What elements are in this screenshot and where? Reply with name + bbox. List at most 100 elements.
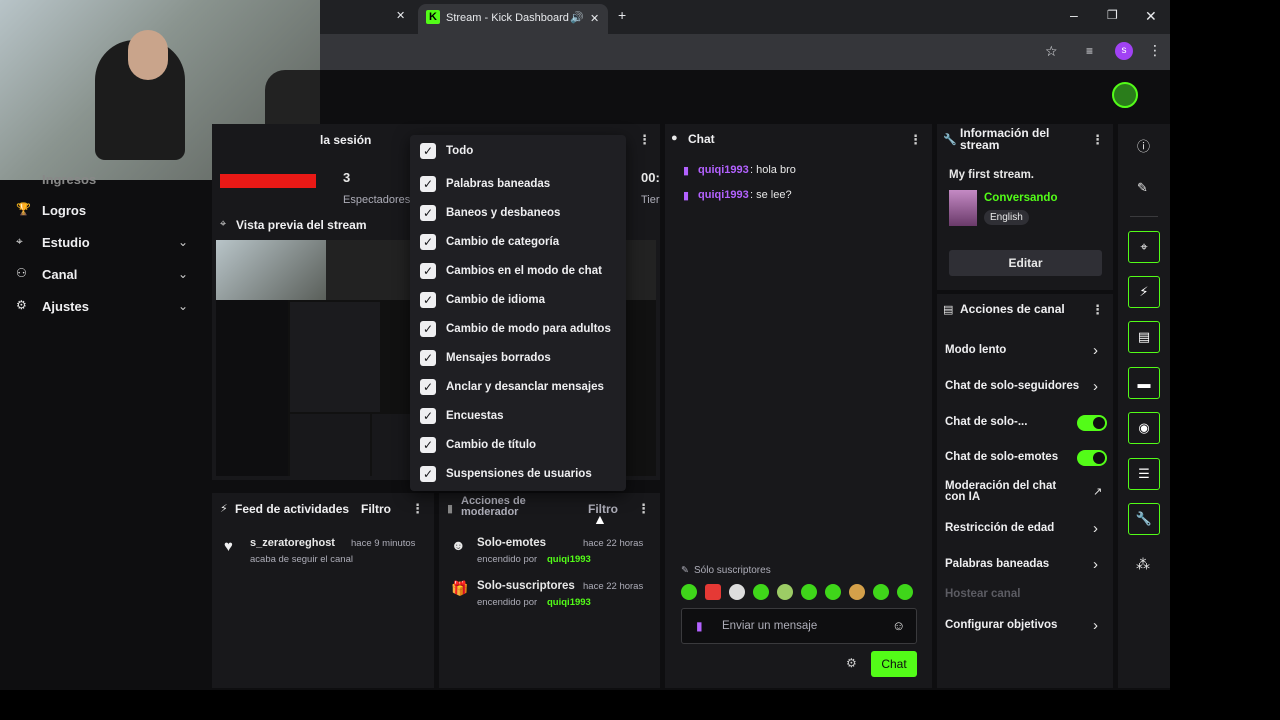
filter-option[interactable]: ✓ Baneos y desbaneos [410, 198, 626, 227]
checkbox-checked-icon[interactable]: ✓ [420, 465, 436, 482]
checkbox-checked-icon[interactable]: ✓ [420, 262, 436, 279]
checkbox-checked-icon[interactable]: ✓ [420, 407, 436, 424]
profile-avatar[interactable]: s [1115, 42, 1133, 60]
channel-actions-menu-icon[interactable]: ⋮ [1091, 302, 1104, 318]
layout-icon: ☰ [1138, 466, 1150, 481]
new-tab-button[interactable]: + [618, 7, 626, 23]
action-banned-words[interactable]: Palabras baneadas › [945, 556, 1105, 574]
sidebar-item-ajustes[interactable]: ⚙ Ajustes ⌄ [16, 298, 196, 318]
minimize-button[interactable]: – [1070, 7, 1078, 23]
emote-icon[interactable] [897, 584, 913, 600]
send-chat-button[interactable]: Chat [871, 651, 917, 677]
chat-input[interactable]: ▮ Enviar un mensaje ☺ [681, 608, 917, 644]
browser-menu-icon[interactable]: ⋮ [1148, 42, 1162, 59]
edit-stream-button[interactable]: Editar [949, 250, 1102, 276]
action-ai-moderation[interactable]: Moderación del chat con IA ↗ [945, 480, 1105, 505]
sidebar-item-canal[interactable]: ⚇ Canal ⌄ [16, 266, 196, 286]
emote-icon[interactable] [849, 584, 865, 600]
rail-wrench-button[interactable]: 🔧 [1128, 503, 1160, 535]
activity-user[interactable]: s_zeratoreghost [250, 537, 335, 549]
checkbox-checked-icon[interactable]: ✓ [420, 436, 436, 453]
sidebar-item-ingresos[interactable]: Ingresos [42, 172, 96, 187]
filter-option-todo[interactable]: ✓ Todo [410, 136, 626, 166]
rail-broadcast-button[interactable]: ◉ [1128, 412, 1160, 444]
filter-option[interactable]: ✓ Cambio de idioma [410, 285, 626, 314]
emote-icon[interactable] [777, 584, 793, 600]
rail-layout-button[interactable]: ☰ [1128, 458, 1160, 490]
chat-username[interactable]: quiqi1993 [698, 189, 749, 201]
checkbox-checked-icon[interactable]: ✓ [420, 175, 436, 192]
apps-icon[interactable]: ⁂ [1136, 556, 1150, 573]
chat-menu-icon[interactable]: ⋮ [909, 132, 922, 148]
filter-option[interactable]: ✓ Cambio de título [410, 430, 626, 459]
prev-tab-close-icon[interactable]: ✕ [396, 9, 405, 22]
activity-detail: acaba de seguir el canal [250, 554, 353, 565]
action-slow-mode[interactable]: Modo lento › [945, 342, 1105, 360]
kick-favicon-icon: K [426, 10, 440, 24]
emote-icon[interactable] [873, 584, 889, 600]
filter-option[interactable]: ✓ Palabras baneadas [410, 169, 626, 198]
activity-menu-icon[interactable]: ⋮ [411, 501, 424, 517]
chat-username[interactable]: quiqi1993 [698, 164, 749, 176]
emoji-picker-icon[interactable]: ☺ [892, 618, 905, 633]
action-age-restriction[interactable]: Restricción de edad › [945, 520, 1105, 538]
media-control-icon[interactable]: ≡ [1086, 44, 1093, 58]
mod-icon: ▮ [447, 503, 454, 515]
sidebar-item-estudio[interactable]: ⌖ Estudio ⌄ [16, 234, 196, 254]
session-menu-icon[interactable]: ⋮ [638, 132, 651, 148]
bookmark-star-icon[interactable]: ☆ [1045, 43, 1058, 60]
user-avatar[interactable] [1112, 82, 1138, 108]
sidebar-item-logros[interactable]: 🏆 Logros [16, 202, 206, 222]
emote-icon[interactable] [825, 584, 841, 600]
action-followers-only[interactable]: Chat de solo-seguidores › [945, 378, 1105, 396]
stream-category[interactable]: Conversando [984, 192, 1058, 204]
filter-option[interactable]: ✓ Encuestas [410, 401, 626, 430]
mod-event-time: hace 22 horas [583, 581, 644, 592]
tab-close-icon[interactable]: ✕ [590, 12, 599, 25]
restore-button[interactable]: ❐ [1107, 8, 1118, 22]
emote-icon[interactable] [681, 584, 697, 600]
filter-option[interactable]: ✓ Cambio de modo para adultos [410, 314, 626, 343]
rail-chat-button[interactable]: ▬ [1128, 367, 1160, 399]
filter-option[interactable]: ✓ Cambio de categoría [410, 227, 626, 256]
pencil-icon[interactable]: ✎ [1137, 180, 1148, 196]
rail-notes-button[interactable]: ▤ [1128, 321, 1160, 353]
checkbox-checked-icon[interactable]: ✓ [420, 291, 436, 308]
emotes-only-toggle[interactable] [1077, 450, 1107, 466]
emote-icon[interactable] [729, 584, 745, 600]
activity-filter-button[interactable]: Filtro [361, 502, 391, 516]
emote-icon[interactable] [753, 584, 769, 600]
filter-option[interactable]: ✓ Mensajes borrados [410, 343, 626, 372]
browser-tab-active[interactable]: K Stream - Kick Dashboard 🔊 ✕ [418, 4, 608, 34]
mod-event-user[interactable]: quiqi1993 [547, 554, 591, 565]
checkbox-checked-icon[interactable]: ✓ [420, 349, 436, 366]
mod-menu-icon[interactable]: ⋮ [637, 501, 650, 517]
emote-icon[interactable] [801, 584, 817, 600]
rail-bolt-button[interactable]: ⚡ [1128, 276, 1160, 308]
heart-icon: ♥ [224, 538, 233, 555]
checkbox-checked-icon[interactable]: ✓ [420, 204, 436, 221]
stream-info-menu-icon[interactable]: ⋮ [1091, 132, 1104, 148]
chat-settings-icon[interactable]: ⚙ [846, 656, 857, 670]
subs-only-toggle[interactable] [1077, 415, 1107, 431]
checkbox-checked-icon[interactable]: ✓ [420, 320, 436, 337]
session-panel-title: la sesión [320, 133, 372, 147]
checkbox-checked-icon[interactable]: ✓ [420, 233, 436, 250]
preview-mini-mod [372, 414, 412, 476]
rail-studio-button[interactable]: ⌖ [1128, 231, 1160, 263]
mod-event-time: hace 22 horas [583, 538, 644, 549]
preview-mini-panel [290, 302, 380, 412]
close-window-button[interactable]: ✕ [1145, 8, 1157, 25]
filter-option[interactable]: ✓ Cambios en el modo de chat [410, 256, 626, 285]
filter-option[interactable]: ✓ Suspensiones de usuarios [410, 459, 626, 488]
checkbox-checked-icon[interactable]: ✓ [420, 143, 436, 159]
info-icon[interactable]: ⓘ [1137, 136, 1150, 155]
checkbox-checked-icon[interactable]: ✓ [420, 378, 436, 395]
activity-feed-panel: ⚡ Feed de actividades Filtro ⋮ ♥ s_zerat… [212, 493, 434, 688]
filter-dropdown: ✓ Todo ✓ Palabras baneadas ✓ Baneos y desba… [410, 135, 626, 491]
filter-option[interactable]: ✓ Anclar y desanclar mensajes [410, 372, 626, 401]
emote-icon[interactable] [705, 584, 721, 600]
action-goals[interactable]: Configurar objetivos › [945, 617, 1105, 635]
mod-event-user[interactable]: quiqi1993 [547, 597, 591, 608]
speaker-icon[interactable]: 🔊 [570, 11, 584, 24]
